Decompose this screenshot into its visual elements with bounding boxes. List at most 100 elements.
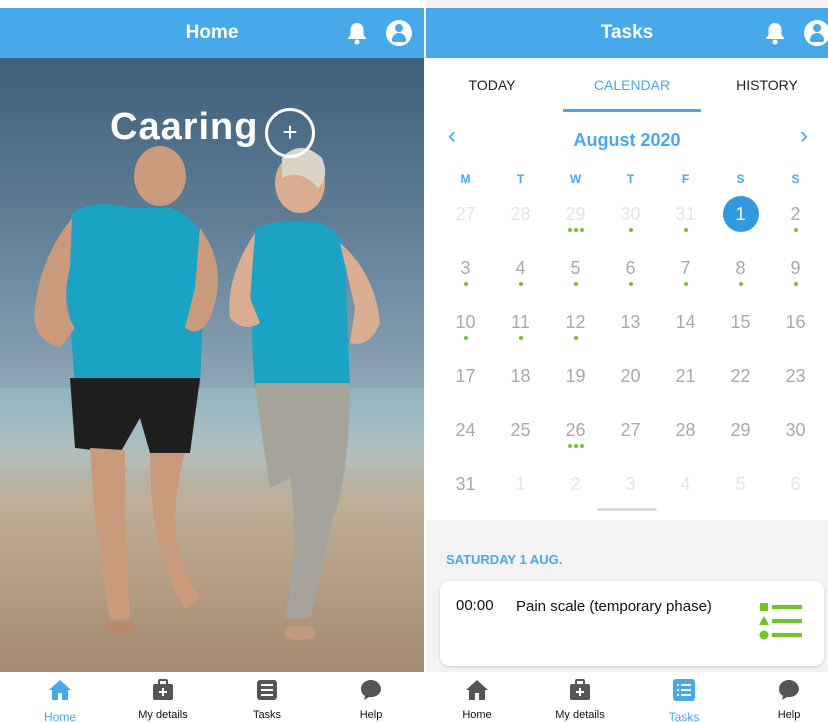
nav-tasks[interactable]: Tasks xyxy=(639,672,729,723)
calendar-day[interactable]: 6 xyxy=(768,466,823,520)
calendar-day[interactable]: 13 xyxy=(603,304,658,358)
calendar-day[interactable]: 15 xyxy=(713,304,768,358)
tab-calendar[interactable]: CALENDAR xyxy=(563,58,701,112)
day-number: 21 xyxy=(675,366,696,386)
calendar-day[interactable]: 1 xyxy=(493,466,548,520)
calendar-day[interactable]: 28 xyxy=(658,412,713,466)
day-number: 3 xyxy=(625,474,636,494)
nav-label: Tasks xyxy=(668,710,700,723)
nav-my-details[interactable]: My details xyxy=(535,672,625,723)
tab-today[interactable]: TODAY xyxy=(426,58,558,112)
nav-label: Tasks xyxy=(252,709,282,721)
day-number: 14 xyxy=(675,312,696,332)
task-indicator-dots xyxy=(658,223,713,232)
profile-icon[interactable] xyxy=(804,20,828,46)
calendar-day[interactable]: 18 xyxy=(493,358,548,412)
month-label: August 2020 xyxy=(573,130,681,150)
calendar-day[interactable]: 9 xyxy=(768,250,823,304)
day-number: 1 xyxy=(515,474,526,494)
calendar-day[interactable]: 27 xyxy=(603,412,658,466)
weekday-label: M xyxy=(460,172,471,186)
calendar-day[interactable]: 10 xyxy=(438,304,493,358)
calendar-day[interactable]: 4 xyxy=(493,250,548,304)
nav-help[interactable]: Help xyxy=(326,672,416,723)
calendar-day[interactable]: 3 xyxy=(603,466,658,520)
task-indicator-dots xyxy=(713,277,768,286)
calendar-day[interactable]: 26 xyxy=(548,412,603,466)
day-number: 1 xyxy=(722,196,759,232)
next-month-button[interactable]: › xyxy=(800,122,808,150)
calendar-day[interactable]: 30 xyxy=(603,196,658,250)
calendar-day[interactable]: 19 xyxy=(548,358,603,412)
nav-home[interactable]: Home xyxy=(432,672,522,723)
calendar-day[interactable]: 29 xyxy=(548,196,603,250)
weekday-label: T xyxy=(516,172,525,186)
bell-icon[interactable] xyxy=(762,20,788,46)
nav-label: Help xyxy=(777,709,801,721)
task-dot xyxy=(738,282,743,286)
calendar-day[interactable]: 27 xyxy=(438,196,493,250)
task-dot xyxy=(628,282,633,286)
day-number: 31 xyxy=(455,474,476,494)
calendar-day[interactable]: 1 xyxy=(713,196,768,250)
bell-icon[interactable] xyxy=(344,20,370,46)
calendar-day[interactable]: 21 xyxy=(658,358,713,412)
selected-day-title: SATURDAY 1 AUG. xyxy=(446,552,563,567)
calendar-day[interactable]: 16 xyxy=(768,304,823,358)
calendar-day[interactable]: 2 xyxy=(548,466,603,520)
calendar-day[interactable]: 7 xyxy=(658,250,713,304)
calendar-day[interactable]: 30 xyxy=(768,412,823,466)
calendar-day[interactable]: 14 xyxy=(658,304,713,358)
nav-home[interactable]: Home xyxy=(15,672,105,723)
nav-label: Home xyxy=(43,710,76,723)
calendar-day[interactable]: 17 xyxy=(438,358,493,412)
nav-help[interactable]: Help xyxy=(744,672,828,723)
task-name: Pain scale (temporary phase) xyxy=(516,598,712,615)
day-number: 15 xyxy=(730,312,751,332)
calendar-day[interactable]: 11 xyxy=(493,304,548,358)
day-number: 23 xyxy=(785,366,806,386)
calendar-day[interactable]: 12 xyxy=(548,304,603,358)
calendar: ‹ August 2020 › MTWTFSS 27 28 29 30 31 1 2 3 4 5 6… xyxy=(426,112,828,520)
task-dot xyxy=(573,228,578,232)
task-indicator-dots xyxy=(548,277,603,286)
task-indicator-dots xyxy=(603,223,658,232)
task-dot xyxy=(573,444,578,448)
logo-mark-icon: + xyxy=(265,108,315,158)
bottom-nav: Home My details Tasks Help xyxy=(0,672,424,723)
runners-illustration xyxy=(34,146,380,640)
day-number: 19 xyxy=(565,366,586,386)
nav-tasks[interactable]: Tasks xyxy=(222,672,312,723)
calendar-day[interactable]: 20 xyxy=(603,358,658,412)
task-indicator-dots xyxy=(603,277,658,286)
task-indicator-dots xyxy=(493,331,548,340)
calendar-day[interactable]: 6 xyxy=(603,250,658,304)
questionnaire-icon xyxy=(759,603,802,640)
calendar-day[interactable]: 24 xyxy=(438,412,493,466)
calendar-day[interactable]: 5 xyxy=(548,250,603,304)
task-dot xyxy=(567,444,572,448)
calendar-day[interactable]: 31 xyxy=(658,196,713,250)
day-number: 25 xyxy=(510,420,531,440)
calendar-day[interactable]: 5 xyxy=(713,466,768,520)
calendar-day[interactable]: 23 xyxy=(768,358,823,412)
calendar-day[interactable]: 8 xyxy=(713,250,768,304)
nav-my-details[interactable]: My details xyxy=(118,672,208,723)
calendar-day[interactable]: 28 xyxy=(493,196,548,250)
calendar-day[interactable]: 22 xyxy=(713,358,768,412)
profile-icon[interactable] xyxy=(386,20,412,46)
tab-history[interactable]: HISTORY xyxy=(706,58,828,112)
task-card[interactable]: 00:00 Pain scale (temporary phase) xyxy=(440,581,824,666)
hero-image: Caaring + xyxy=(0,58,424,672)
calendar-day[interactable]: 4 xyxy=(658,466,713,520)
day-number: 4 xyxy=(680,474,691,494)
calendar-day[interactable]: 25 xyxy=(493,412,548,466)
drag-handle[interactable] xyxy=(597,508,657,511)
calendar-day[interactable]: 2 xyxy=(768,196,823,250)
calendar-day[interactable]: 29 xyxy=(713,412,768,466)
day-number: 2 xyxy=(570,474,581,494)
nav-label: Help xyxy=(359,709,383,721)
calendar-day[interactable]: 3 xyxy=(438,250,493,304)
chat-bubble-icon xyxy=(361,680,381,700)
calendar-day[interactable]: 31 xyxy=(438,466,493,520)
